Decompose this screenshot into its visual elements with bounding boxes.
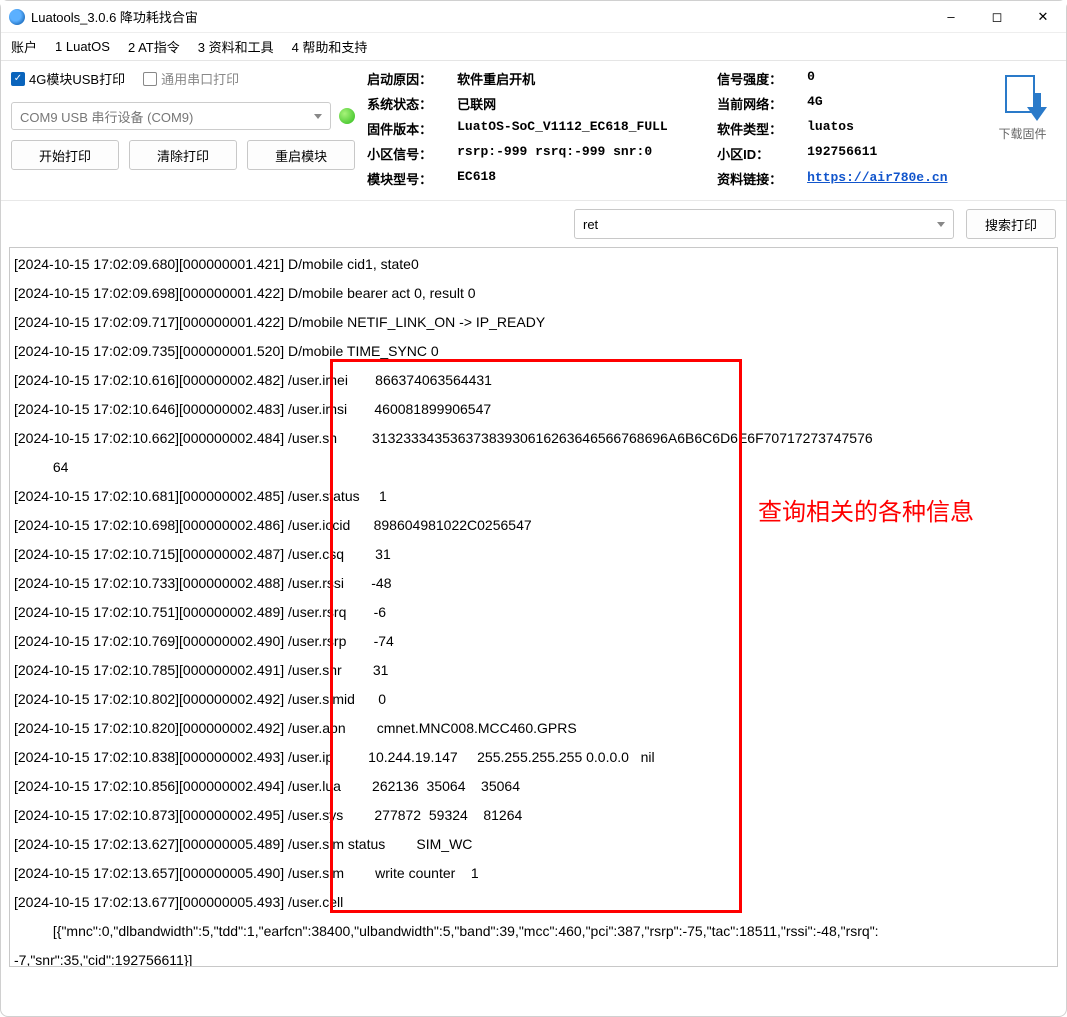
boot-reason-value: 软件重启开机 bbox=[457, 69, 707, 88]
log-line: [2024-10-15 17:02:09.680][000000001.421]… bbox=[14, 250, 1053, 279]
log-line: [2024-10-15 17:02:09.735][000000001.520]… bbox=[14, 337, 1053, 366]
left-controls: ✓ 4G模块USB打印 通用串口打印 COM9 USB 串行设备 (COM9) … bbox=[11, 69, 355, 170]
log-line: [2024-10-15 17:02:10.820][000000002.492]… bbox=[14, 714, 1053, 743]
clear-print-button[interactable]: 清除打印 bbox=[129, 140, 237, 170]
download-firmware[interactable]: 下载固件 bbox=[989, 69, 1056, 142]
cell-id-value: 192756611 bbox=[807, 144, 977, 163]
com-port-select[interactable]: COM9 USB 串行设备 (COM9) bbox=[11, 102, 331, 130]
doc-link[interactable]: https://air780e.cn bbox=[807, 170, 947, 185]
log-line: 64 bbox=[14, 453, 1053, 482]
info-grid: 启动原因： 软件重启开机 信号强度： 0 系统状态： 已联网 当前网络： 4G … bbox=[367, 69, 977, 188]
minimize-button[interactable]: – bbox=[928, 1, 974, 33]
search-row: ret 搜索打印 bbox=[1, 201, 1066, 247]
module-model-value: EC618 bbox=[457, 169, 707, 188]
log-line: [2024-10-15 17:02:10.681][000000002.485]… bbox=[14, 482, 1053, 511]
com-port-value: COM9 USB 串行设备 (COM9) bbox=[20, 107, 193, 126]
menu-luatos[interactable]: 1 LuatOS bbox=[55, 39, 110, 54]
log-line: [2024-10-15 17:02:10.733][000000002.488]… bbox=[14, 569, 1053, 598]
log-line: [2024-10-15 17:02:10.873][000000002.495]… bbox=[14, 801, 1053, 830]
log-line: [2024-10-15 17:02:13.677][000000005.493]… bbox=[14, 888, 1053, 917]
log-line: [2024-10-15 17:02:10.616][000000002.482]… bbox=[14, 366, 1053, 395]
status-led-icon bbox=[339, 108, 355, 124]
close-button[interactable]: ✕ bbox=[1020, 1, 1066, 33]
log-line: [2024-10-15 17:02:10.646][000000002.483]… bbox=[14, 395, 1053, 424]
sw-type-value: luatos bbox=[807, 119, 977, 138]
app-icon bbox=[9, 9, 25, 25]
log-line: [2024-10-15 17:02:10.856][000000002.494]… bbox=[14, 772, 1053, 801]
window-title: Luatools_3.0.6 降功耗找合宙 bbox=[31, 7, 198, 26]
titlebar: Luatools_3.0.6 降功耗找合宙 – ◻ ✕ bbox=[1, 1, 1066, 33]
log-line: -7,"snr":35,"cid":192756611}] bbox=[14, 946, 1053, 967]
search-button[interactable]: 搜索打印 bbox=[966, 209, 1056, 239]
signal-strength-value: 0 bbox=[807, 69, 977, 88]
log-line: [2024-10-15 17:02:10.715][000000002.487]… bbox=[14, 540, 1053, 569]
download-label: 下载固件 bbox=[999, 125, 1047, 142]
menu-tools[interactable]: 3 资料和工具 bbox=[198, 37, 274, 56]
menu-help[interactable]: 4 帮助和支持 bbox=[292, 37, 368, 56]
log-area[interactable]: [2024-10-15 17:02:09.680][000000001.421]… bbox=[9, 247, 1058, 967]
checkbox-serial-print[interactable]: 通用串口打印 bbox=[143, 69, 239, 88]
log-line: [2024-10-15 17:02:10.751][000000002.489]… bbox=[14, 598, 1053, 627]
checkbox-usb-label: 4G模块USB打印 bbox=[29, 69, 125, 88]
maximize-button[interactable]: ◻ bbox=[974, 1, 1020, 33]
current-net-label: 当前网络： bbox=[717, 94, 797, 113]
current-net-value: 4G bbox=[807, 94, 977, 113]
log-line: [2024-10-15 17:02:10.785][000000002.491]… bbox=[14, 656, 1053, 685]
boot-reason-label: 启动原因： bbox=[367, 69, 447, 88]
sw-type-label: 软件类型： bbox=[717, 119, 797, 138]
log-line: [2024-10-15 17:02:10.838][000000002.493]… bbox=[14, 743, 1053, 772]
menu-at[interactable]: 2 AT指令 bbox=[128, 37, 180, 56]
log-line: [2024-10-15 17:02:10.769][000000002.490]… bbox=[14, 627, 1053, 656]
cell-signal-value: rsrp:-999 rsrq:-999 snr:0 bbox=[457, 144, 707, 163]
doc-link-label: 资料链接： bbox=[717, 169, 797, 188]
cell-id-label: 小区ID： bbox=[717, 144, 797, 163]
sys-status-value: 已联网 bbox=[457, 94, 707, 113]
log-line: [2024-10-15 17:02:10.698][000000002.486]… bbox=[14, 511, 1053, 540]
sys-status-label: 系统状态： bbox=[367, 94, 447, 113]
fw-version-value: LuatOS-SoC_V1112_EC618_FULL bbox=[457, 119, 707, 138]
log-line: [2024-10-15 17:02:10.662][000000002.484]… bbox=[14, 424, 1053, 453]
log-line: [2024-10-15 17:02:09.698][000000001.422]… bbox=[14, 279, 1053, 308]
checkbox-serial-label: 通用串口打印 bbox=[161, 69, 239, 88]
checkbox-usb-print[interactable]: ✓ 4G模块USB打印 bbox=[11, 69, 125, 88]
menubar: 账户 1 LuatOS 2 AT指令 3 资料和工具 4 帮助和支持 bbox=[1, 33, 1066, 61]
download-icon bbox=[999, 73, 1047, 121]
search-value: ret bbox=[583, 217, 598, 232]
module-model-label: 模块型号： bbox=[367, 169, 447, 188]
check-icon-empty bbox=[143, 72, 157, 86]
log-line: [2024-10-15 17:02:10.802][000000002.492]… bbox=[14, 685, 1053, 714]
log-line: [2024-10-15 17:02:09.717][000000001.422]… bbox=[14, 308, 1053, 337]
log-line: [{"mnc":0,"dlbandwidth":5,"tdd":1,"earfc… bbox=[14, 917, 1053, 946]
signal-strength-label: 信号强度： bbox=[717, 69, 797, 88]
log-line: [2024-10-15 17:02:13.657][000000005.490]… bbox=[14, 859, 1053, 888]
search-input[interactable]: ret bbox=[574, 209, 954, 239]
log-line: [2024-10-15 17:02:13.627][000000005.489]… bbox=[14, 830, 1053, 859]
cell-signal-label: 小区信号： bbox=[367, 144, 447, 163]
start-print-button[interactable]: 开始打印 bbox=[11, 140, 119, 170]
menu-account[interactable]: 账户 bbox=[11, 37, 37, 56]
check-icon: ✓ bbox=[11, 72, 25, 86]
top-panel: ✓ 4G模块USB打印 通用串口打印 COM9 USB 串行设备 (COM9) … bbox=[1, 61, 1066, 201]
reboot-module-button[interactable]: 重启模块 bbox=[247, 140, 355, 170]
fw-version-label: 固件版本： bbox=[367, 119, 447, 138]
